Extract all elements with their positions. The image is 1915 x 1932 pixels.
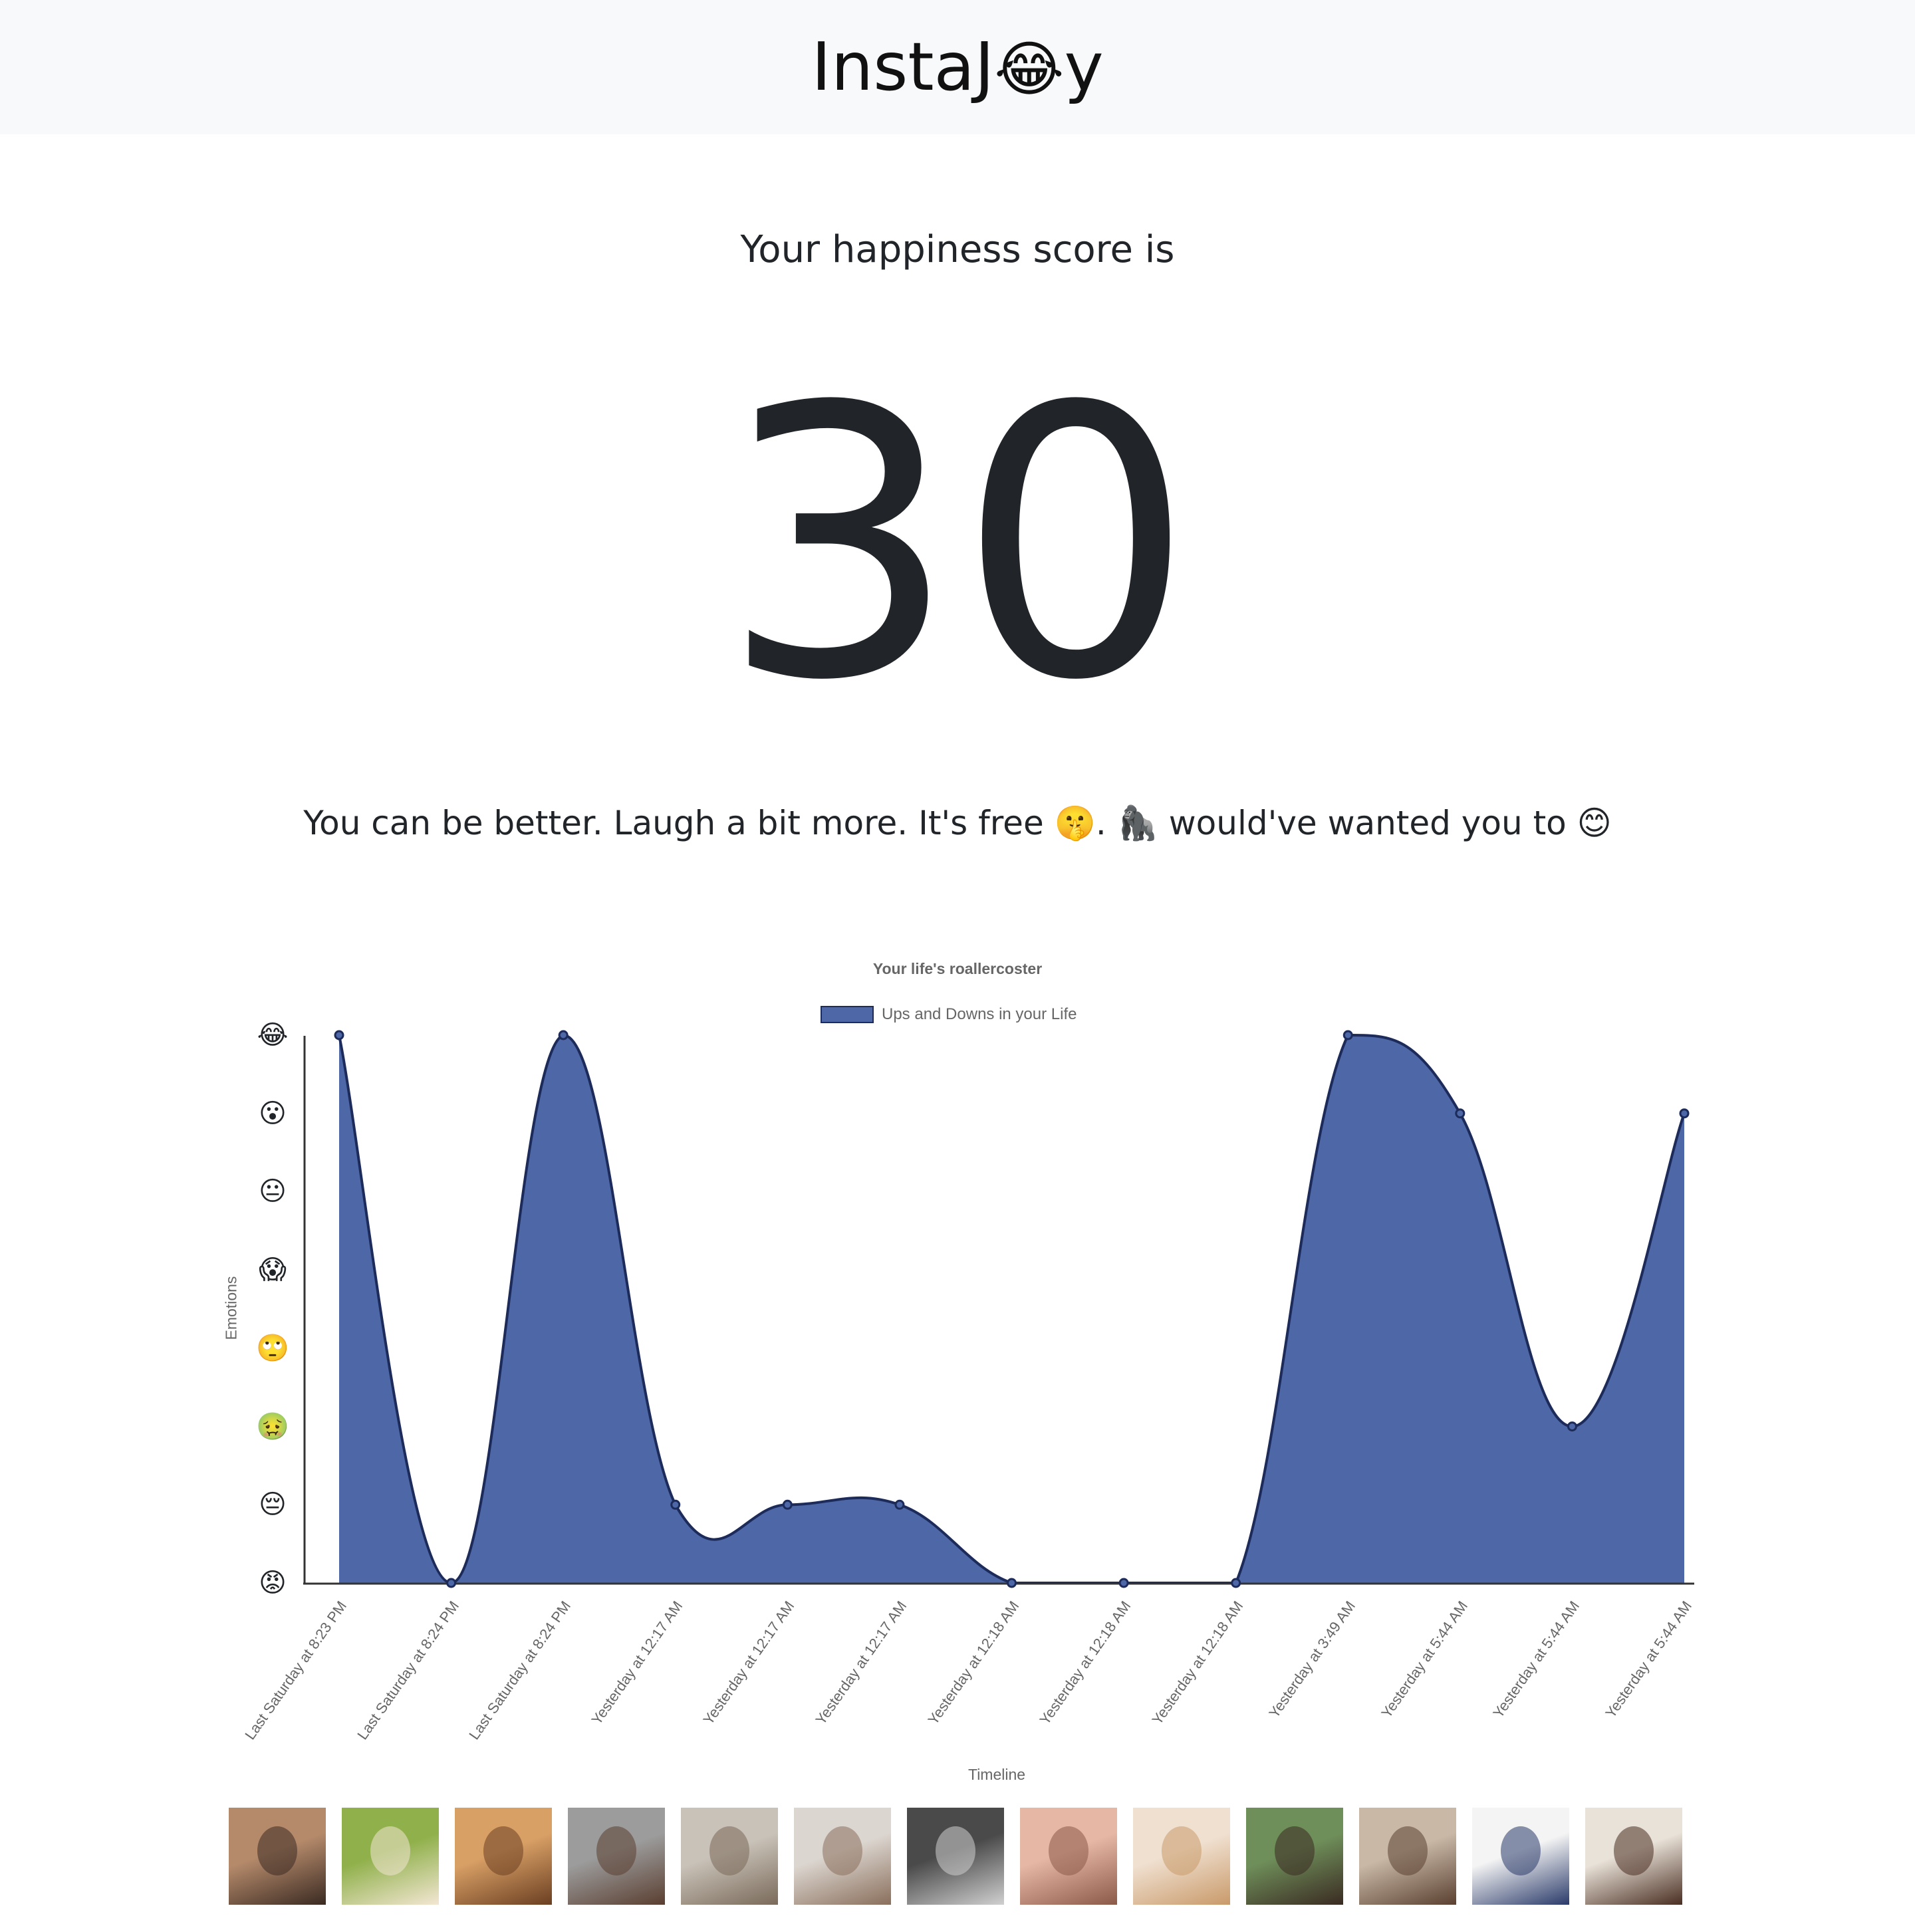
y-tick-label: 😐: [259, 1176, 287, 1207]
angry-man-bw-photo[interactable]: [907, 1808, 1004, 1905]
data-point[interactable]: [334, 1030, 344, 1040]
father-and-child-photo[interactable]: [1359, 1808, 1456, 1905]
x-axis-title: Timeline: [968, 1766, 1026, 1783]
y-axis-title: Emotions: [222, 1276, 240, 1340]
emotion-chart: [303, 1030, 1694, 1588]
photo-subject: [936, 1826, 975, 1875]
y-tick-label: 😂: [257, 1020, 289, 1050]
photo-subject: [483, 1826, 523, 1875]
data-point[interactable]: [894, 1499, 905, 1510]
photo-subject: [709, 1826, 749, 1875]
data-point[interactable]: [1118, 1578, 1129, 1588]
data-point[interactable]: [1679, 1108, 1690, 1119]
photo-subject: [823, 1826, 862, 1875]
y-tick-label: 😱: [259, 1255, 287, 1286]
data-point[interactable]: [782, 1499, 793, 1510]
photo-subject: [1614, 1826, 1654, 1875]
y-tick-label: 😮: [259, 1098, 287, 1129]
data-point[interactable]: [1231, 1578, 1241, 1588]
series-area: [339, 1035, 1684, 1583]
y-tick-label: 😔: [259, 1489, 287, 1520]
photo-subject: [1162, 1826, 1202, 1875]
y-tick-label: 🤢: [256, 1411, 289, 1442]
photo-subject: [370, 1826, 410, 1875]
data-point[interactable]: [1567, 1421, 1577, 1432]
data-point[interactable]: [1342, 1030, 1353, 1040]
angry-baby-photo[interactable]: [1020, 1808, 1117, 1905]
photo-subject: [257, 1826, 297, 1875]
photo-strip: [229, 1808, 1685, 1905]
photo-subject: [1049, 1826, 1088, 1875]
data-point[interactable]: [1007, 1578, 1017, 1588]
laughing-child-photo[interactable]: [342, 1808, 439, 1905]
disgusted-woman-photo[interactable]: [1472, 1808, 1569, 1905]
stressed-woman-photo[interactable]: [681, 1808, 778, 1905]
data-point[interactable]: [446, 1578, 457, 1588]
photo-subject: [1275, 1826, 1315, 1875]
y-tick-label: 🙄: [256, 1332, 289, 1364]
data-point[interactable]: [558, 1030, 569, 1040]
annoyed-woman-photo[interactable]: [1133, 1808, 1230, 1905]
group-of-friends-photo[interactable]: [229, 1808, 326, 1905]
y-tick-label: 😡: [259, 1568, 287, 1598]
photo-subject: [1388, 1826, 1428, 1875]
photo-subject: [1501, 1826, 1541, 1875]
elderly-couple-photo[interactable]: [1246, 1808, 1343, 1905]
data-point[interactable]: [670, 1499, 681, 1510]
crying-boy-photo[interactable]: [568, 1808, 665, 1905]
surprised-boy-photo[interactable]: [1585, 1808, 1682, 1905]
data-point[interactable]: [1455, 1108, 1466, 1119]
photo-subject: [596, 1826, 636, 1875]
smiling-woman-photo[interactable]: [455, 1808, 552, 1905]
tired-woman-photo[interactable]: [794, 1808, 891, 1905]
